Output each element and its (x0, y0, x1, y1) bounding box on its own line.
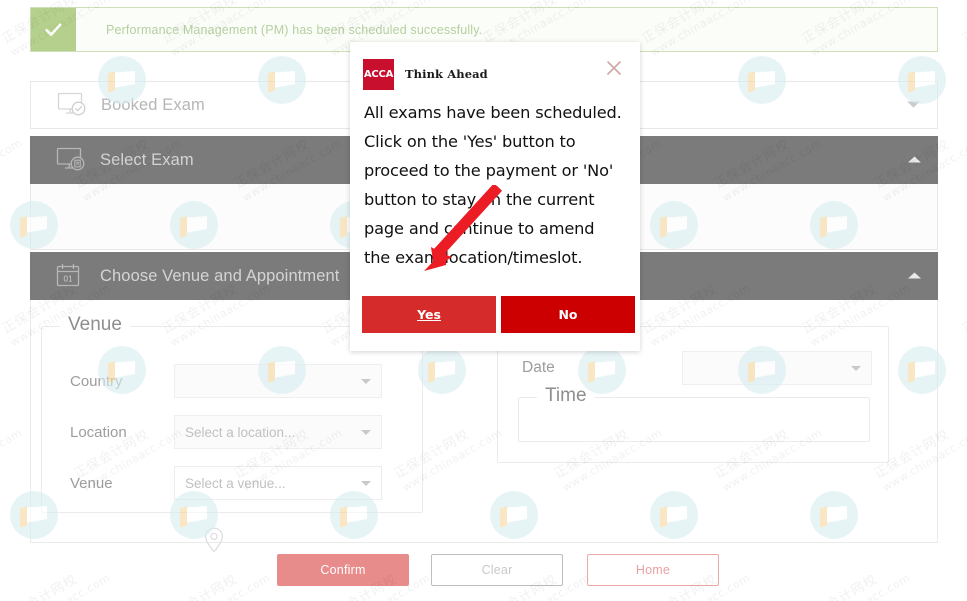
country-label: Country (70, 372, 123, 390)
modal-message: All exams have been scheduled. Click on … (364, 103, 622, 267)
chevron-down-icon[interactable] (906, 96, 921, 114)
venue-placeholder: Select a venue... (185, 475, 286, 491)
monitor-document-icon (56, 147, 92, 173)
close-icon[interactable] (602, 56, 626, 80)
time-legend: Time (537, 385, 595, 407)
location-label: Location (70, 423, 127, 441)
location-select[interactable]: Select a location... (174, 415, 382, 449)
date-select[interactable] (682, 351, 872, 385)
svg-text:01: 01 (64, 275, 73, 284)
venue-label: Venue (70, 474, 113, 492)
venue-fieldset: Venue Country Location Select a location… (41, 314, 423, 553)
chevron-up-icon-venue[interactable] (907, 267, 922, 285)
confirm-button[interactable]: Confirm (277, 554, 409, 586)
confirmation-modal: ACCA Think Ahead All exams have been sch… (350, 42, 640, 351)
field-location: Location Select a location... (70, 415, 382, 449)
acca-tagline: Think Ahead (405, 67, 488, 81)
monitor-check-icon (57, 92, 93, 118)
accordion-label-choose-venue: Choose Venue and Appointment (100, 266, 340, 285)
modal-body: All exams have been scheduled. Click on … (350, 94, 640, 272)
footer-button-row: Confirm Clear Home (30, 554, 938, 586)
chevron-down-icon-country (361, 379, 371, 384)
calendar-01-icon: 01 (56, 263, 92, 289)
success-alert-message: Performance Management (PM) has been sch… (106, 22, 483, 37)
chevron-down-icon-venue (361, 481, 371, 486)
venue-legend: Venue (60, 314, 130, 336)
yes-button[interactable]: Yes (362, 296, 496, 333)
field-country: Country (70, 364, 382, 398)
country-select[interactable] (174, 364, 382, 398)
modal-action-row: Yes No (362, 296, 635, 333)
date-label: Date (522, 359, 555, 376)
venue-select[interactable]: Select a venue... (174, 466, 382, 500)
no-button[interactable]: No (501, 296, 635, 333)
modal-header: ACCA Think Ahead (350, 42, 640, 94)
home-button[interactable]: Home (587, 554, 719, 586)
accordion-label-booked-exam: Booked Exam (101, 95, 205, 114)
field-venue: Venue Select a venue... (70, 466, 382, 500)
chevron-up-icon[interactable] (907, 151, 922, 169)
field-date: Date (522, 351, 872, 385)
chevron-down-icon-date (851, 366, 861, 371)
acca-logo: ACCA (363, 58, 394, 90)
time-fieldset: Time (518, 385, 870, 442)
chevron-down-icon-location (361, 430, 371, 435)
accordion-label-select-exam: Select Exam (100, 150, 194, 169)
clear-button[interactable]: Clear (431, 554, 563, 586)
location-placeholder: Select a location... (185, 424, 296, 440)
check-icon (31, 8, 76, 51)
